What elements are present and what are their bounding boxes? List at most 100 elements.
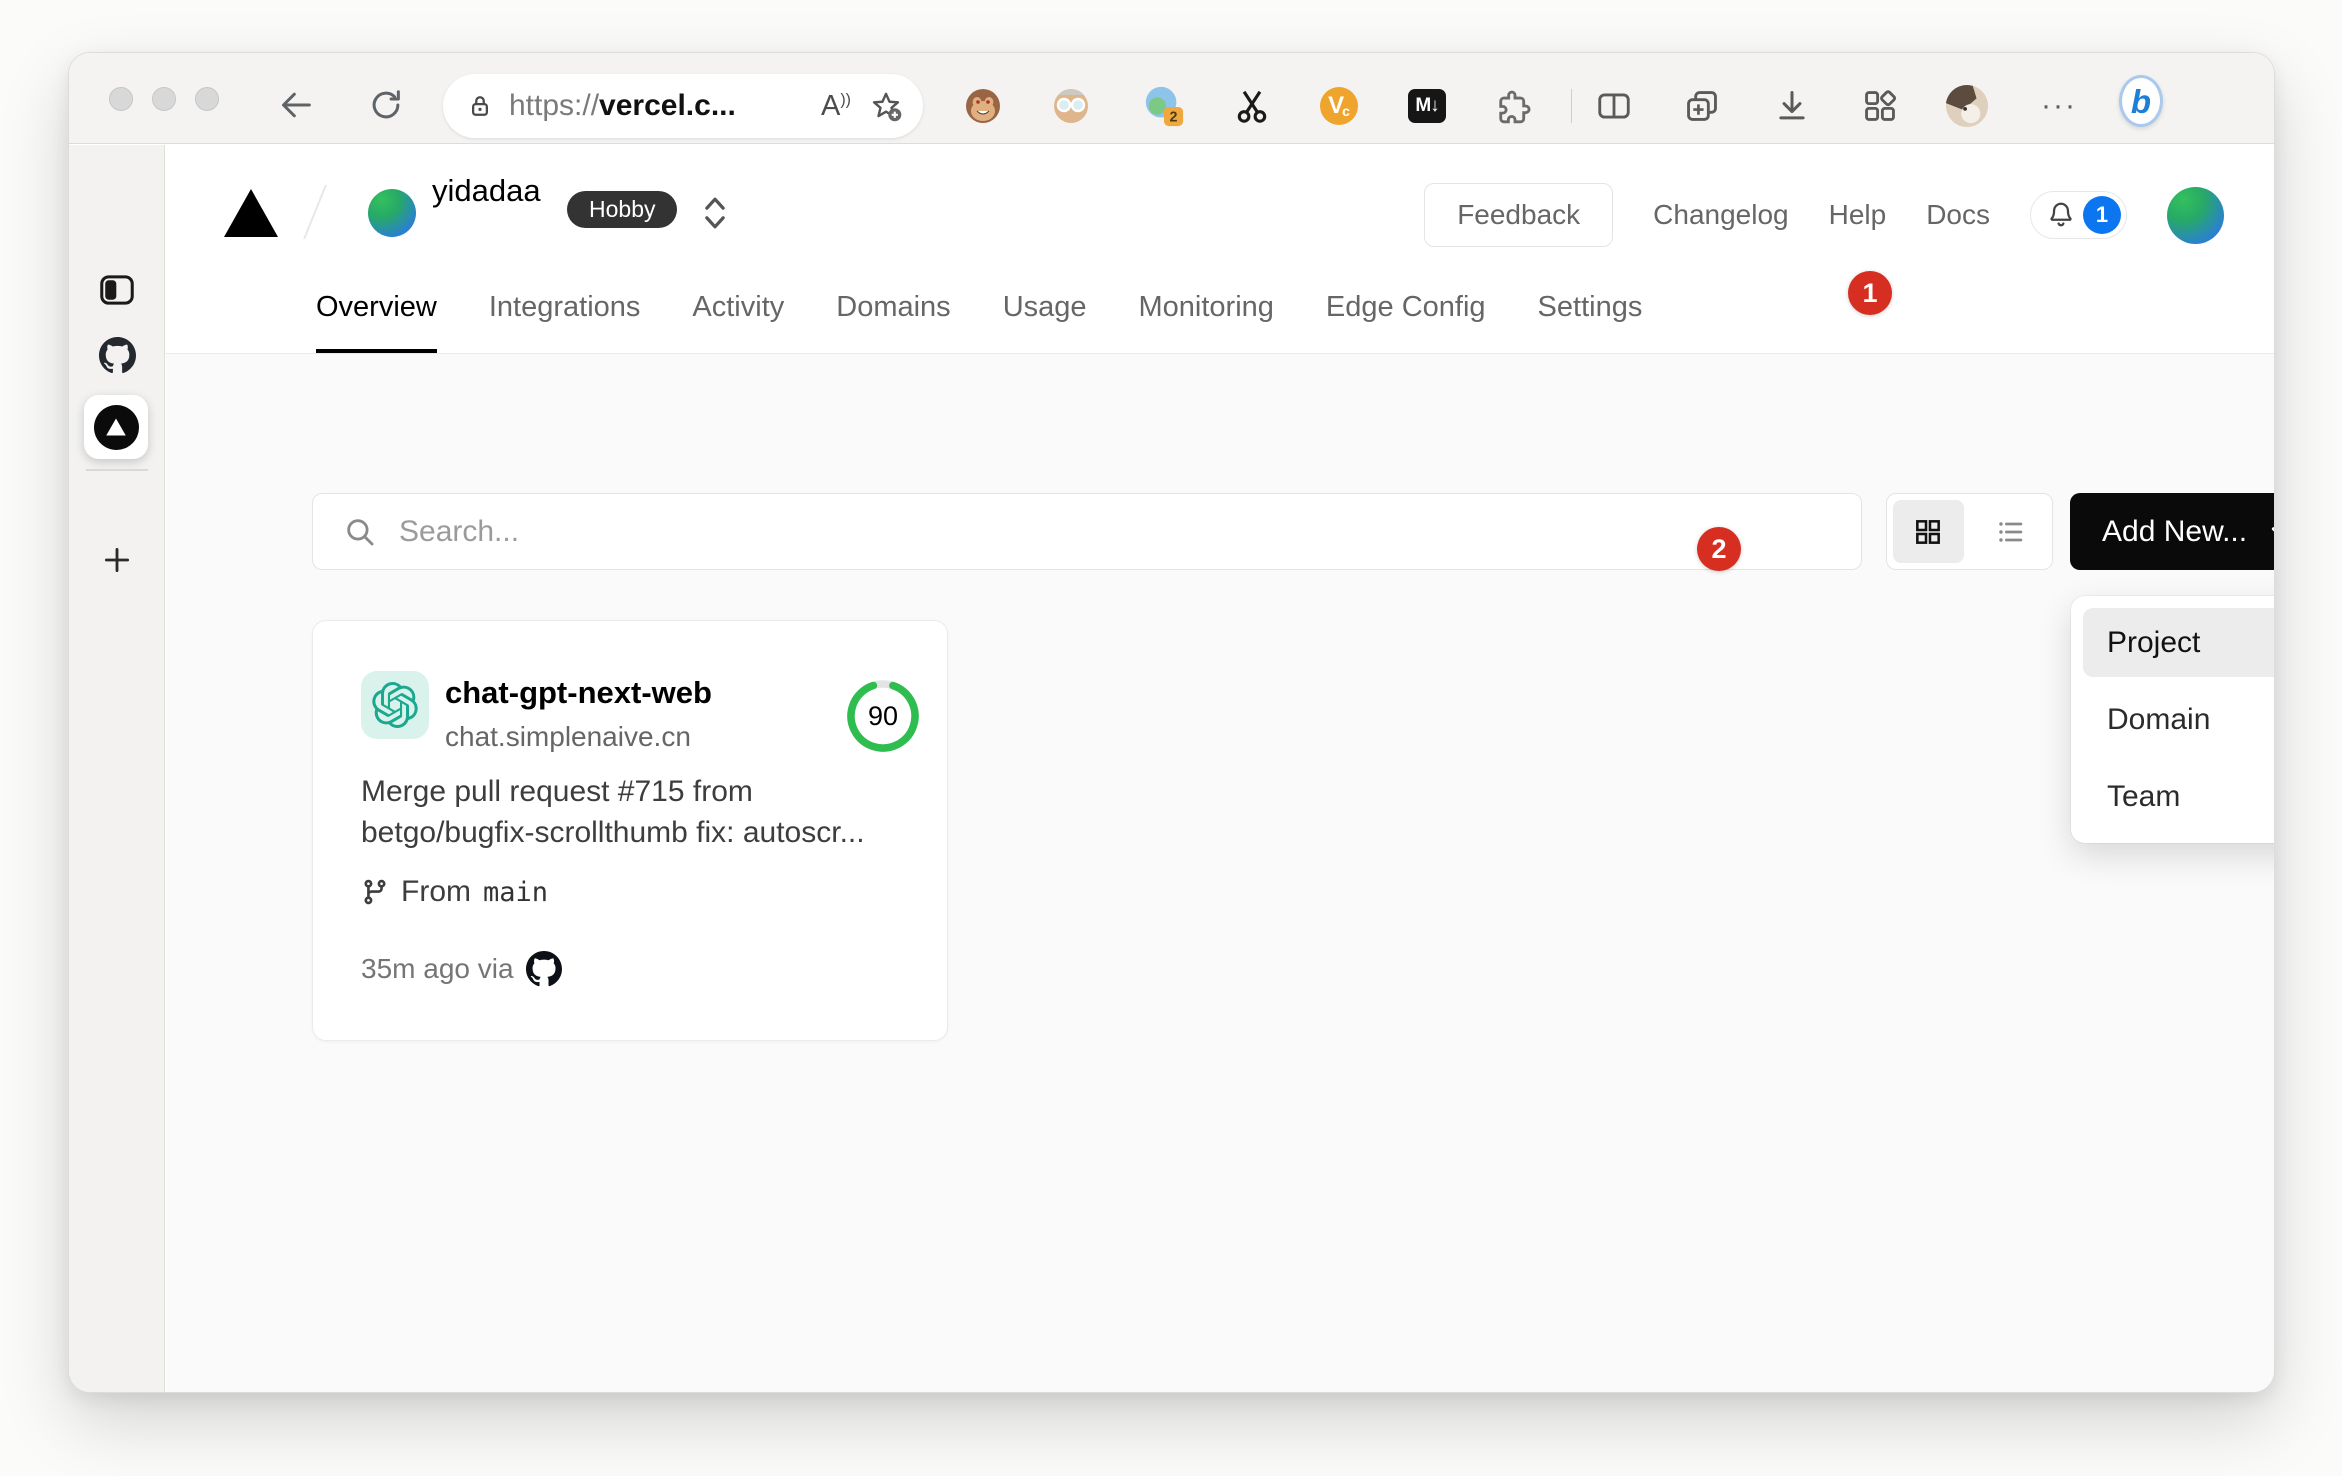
avatar-extension-icon[interactable]: [1049, 84, 1093, 128]
docs-link[interactable]: Docs: [1926, 199, 1990, 231]
branch-name: main: [483, 876, 549, 908]
tab-github[interactable]: [69, 337, 165, 374]
project-name: chat-gpt-next-web: [445, 675, 712, 710]
tab-settings[interactable]: Settings: [1538, 291, 1643, 353]
tab-vercel-active[interactable]: [84, 395, 148, 459]
url-scheme: https://: [509, 89, 600, 122]
deploy-timestamp: 35m ago via: [361, 953, 514, 984]
breadcrumb-slash: [303, 184, 327, 240]
github-source-icon: [525, 951, 562, 987]
grid-view-button[interactable]: [1893, 500, 1964, 563]
svg-text:2: 2: [1170, 109, 1178, 125]
downloads-icon[interactable]: [1770, 84, 1814, 128]
branch-row: From main: [361, 875, 548, 909]
markdown-icon: M↓: [1408, 89, 1446, 123]
grid-view-icon: [1916, 519, 1941, 544]
lighthouse-score-ring: 90: [844, 677, 922, 755]
window-zoom-button[interactable]: [195, 87, 219, 111]
score-value: 90: [867, 700, 899, 731]
vercel-logo[interactable]: [224, 189, 278, 237]
face-icon: [1054, 89, 1088, 123]
markdown-extension-icon[interactable]: M↓: [1405, 84, 1449, 128]
team-avatar[interactable]: [368, 189, 416, 237]
bing-icon: b: [2119, 75, 2163, 127]
bing-chat-button[interactable]: b: [2119, 75, 2163, 127]
translate-extension-icon[interactable]: 2: [1141, 84, 1185, 128]
project-domain[interactable]: chat.simplenaive.cn: [445, 721, 691, 753]
add-new-menu: Project Domain Team: [2071, 596, 2274, 843]
panel-toggle-icon: [100, 275, 134, 305]
cat-avatar: [1945, 84, 1989, 128]
split-screen-icon[interactable]: [1592, 84, 1636, 128]
changelog-link[interactable]: Changelog: [1653, 199, 1788, 231]
read-aloud-icon[interactable]: A)): [821, 90, 851, 123]
new-tab-button[interactable]: [69, 543, 165, 577]
header-actions: Feedback Changelog Help Docs 1: [1424, 182, 2224, 248]
openai-logo-icon: [372, 682, 418, 728]
search-icon: [347, 518, 374, 545]
vc-icon: Vc: [1320, 87, 1358, 125]
dashboard-tabs: Overview Integrations Activity Domains U…: [316, 291, 1642, 353]
feedback-button[interactable]: Feedback: [1424, 183, 1614, 247]
favorite-star-icon[interactable]: [869, 89, 903, 123]
monkey-icon: [966, 89, 1000, 123]
help-link[interactable]: Help: [1829, 199, 1887, 231]
notifications-button[interactable]: 1: [2030, 191, 2127, 239]
back-button[interactable]: [274, 83, 318, 127]
collections-icon[interactable]: [1680, 84, 1724, 128]
tab-edge-config[interactable]: Edge Config: [1326, 291, 1486, 353]
address-bar[interactable]: https://vercel.c... A)): [443, 74, 923, 138]
vercel-triangle-icon: [106, 418, 126, 436]
vertical-tabs-sidebar: [69, 145, 165, 1392]
deploy-meta-row: 35m ago via: [361, 951, 562, 987]
split-icon: [1598, 93, 1630, 119]
list-view-button[interactable]: [1976, 500, 2047, 563]
sidebar-divider: [86, 469, 148, 471]
download-arrow-icon: [1779, 91, 1805, 120]
tab-activity[interactable]: Activity: [692, 291, 784, 353]
commit-line-1: Merge pull request #715 from: [361, 775, 753, 808]
plan-badge: Hobby: [567, 191, 678, 228]
tab-integrations[interactable]: Integrations: [489, 291, 641, 353]
dashboard-header: yidadaa Hobby Feedback Changelog Help Do…: [166, 145, 2274, 354]
menu-item-domain[interactable]: Domain: [2083, 685, 2274, 754]
notification-count-badge: 1: [2083, 196, 2121, 234]
window-minimize-button[interactable]: [152, 87, 176, 111]
vc-extension-icon[interactable]: Vc: [1317, 84, 1361, 128]
reload-icon: [372, 90, 400, 119]
project-search[interactable]: [312, 493, 1862, 570]
collections-add-icon: [1687, 91, 1717, 121]
scissors-icon: [1237, 90, 1267, 123]
tab-domains[interactable]: Domains: [836, 291, 950, 353]
extensions-puzzle-icon[interactable]: [1493, 84, 1537, 128]
user-avatar[interactable]: [2167, 186, 2224, 244]
back-arrow-icon: [282, 92, 311, 118]
chevron-down-icon: [2271, 526, 2274, 532]
team-switcher-icon[interactable]: [702, 195, 728, 231]
add-new-button[interactable]: Add New...: [2070, 493, 2274, 570]
plus-icon: [104, 547, 130, 573]
menu-item-team[interactable]: Team: [2083, 762, 2274, 831]
git-branch-icon: [364, 879, 386, 905]
tampermonkey-extension-icon[interactable]: [961, 84, 1005, 128]
scissors-extension-icon[interactable]: [1230, 84, 1274, 128]
menu-item-project[interactable]: Project: [2083, 608, 2274, 677]
more-menu-button[interactable]: ···: [2037, 84, 2081, 128]
annotation-step-1: 1: [1848, 271, 1892, 315]
project-card[interactable]: chat-gpt-next-web chat.simplenaive.cn 90…: [312, 620, 948, 1041]
tab-overview[interactable]: Overview: [316, 291, 437, 353]
window-close-button[interactable]: [109, 87, 133, 111]
puzzle-icon: [1499, 90, 1531, 124]
apps-launcher-icon[interactable]: [1858, 84, 1902, 128]
tab-usage[interactable]: Usage: [1003, 291, 1087, 353]
view-toggle: [1886, 493, 2053, 570]
reload-button[interactable]: [364, 83, 408, 127]
apps-grid-icon: [1865, 90, 1897, 121]
browser-profile-avatar[interactable]: [1945, 84, 1989, 128]
sidebar-pane-toggle[interactable]: [69, 273, 165, 307]
list-view-icon: [1999, 521, 2023, 542]
github-icon: [98, 337, 136, 374]
browser-toolbar: https://vercel.c... A)) 2 Vc M↓ ··· b: [69, 53, 2274, 144]
tab-monitoring[interactable]: Monitoring: [1139, 291, 1274, 353]
search-input[interactable]: [399, 514, 1831, 549]
